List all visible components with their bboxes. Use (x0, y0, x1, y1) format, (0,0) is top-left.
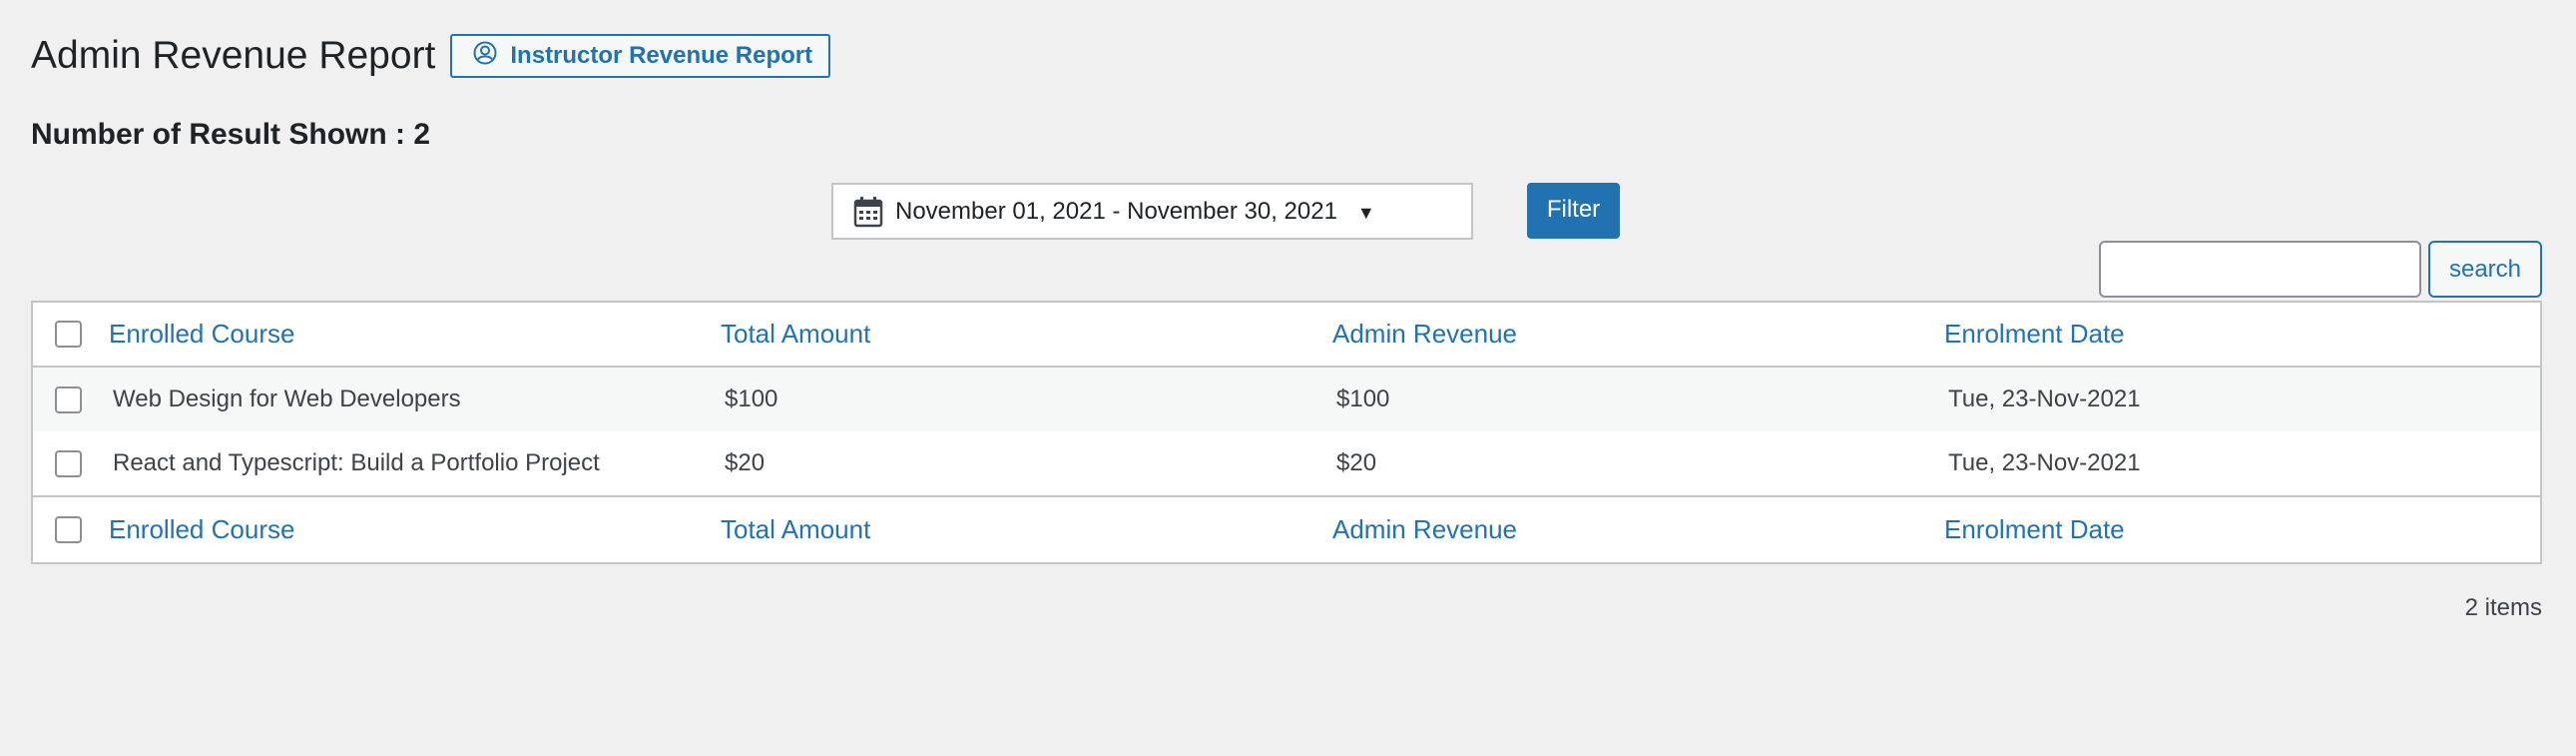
enrolled-course-cell: React and Typescript: Build a Portfolio … (113, 449, 600, 476)
total-amount-cell: $100 (725, 385, 778, 412)
instructor-revenue-report-button[interactable]: Instructor Revenue Report (450, 34, 831, 78)
row-checkbox[interactable] (55, 449, 82, 477)
column-header-enrolment-date[interactable]: Enrolment Date (1944, 319, 2125, 350)
column-header-admin-revenue[interactable]: Admin Revenue (1332, 319, 1517, 350)
page-header: Admin Revenue Report Instructor Revenue … (31, 30, 831, 82)
result-count: Number of Result Shown : 2 (31, 118, 431, 151)
revenue-table: Enrolled Course Total Amount Admin Reven… (31, 301, 2542, 564)
column-header-total-amount[interactable]: Total Amount (721, 319, 870, 350)
column-footer-enrolment-date[interactable]: Enrolment Date (1944, 514, 2125, 545)
user-circle-icon (473, 41, 497, 65)
page-title: Admin Revenue Report (31, 34, 436, 77)
column-header-enrolled-course[interactable]: Enrolled Course (109, 319, 294, 350)
row-checkbox[interactable] (55, 385, 82, 413)
enrolment-date-cell: Tue, 23-Nov-2021 (1948, 449, 2141, 476)
search-button[interactable]: search (2428, 241, 2542, 298)
date-range-text: November 01, 2021 - November 30, 2021 (895, 197, 1337, 225)
table-footer-row: Enrolled Course Total Amount Admin Reven… (33, 495, 2540, 562)
column-footer-enrolled-course[interactable]: Enrolled Course (109, 514, 294, 545)
select-all-checkbox-footer[interactable] (55, 516, 82, 543)
admin-revenue-cell: $100 (1336, 385, 1390, 412)
select-all-checkbox[interactable] (55, 321, 82, 348)
items-count: 2 items (2464, 594, 2542, 621)
table-header-row: Enrolled Course Total Amount Admin Reven… (33, 303, 2540, 368)
table-row: React and Typescript: Build a Portfolio … (33, 431, 2540, 495)
admin-revenue-cell: $20 (1336, 449, 1377, 476)
column-footer-total-amount[interactable]: Total Amount (721, 514, 870, 545)
calendar-icon (853, 196, 883, 227)
admin-revenue-report-page: Admin Revenue Report Instructor Revenue … (0, 0, 2576, 756)
enrolment-date-cell: Tue, 23-Nov-2021 (1948, 385, 2141, 412)
caret-down-icon: ▼ (1356, 203, 1375, 223)
column-footer-admin-revenue[interactable]: Admin Revenue (1332, 514, 1517, 545)
table-row: Web Design for Web Developers $100 $100 … (33, 368, 2540, 431)
enrolled-course-cell: Web Design for Web Developers (113, 385, 461, 412)
date-range-picker[interactable]: November 01, 2021 - November 30, 2021 ▼ (831, 183, 1473, 240)
filter-button[interactable]: Filter (1527, 183, 1620, 239)
search-input[interactable] (2099, 241, 2421, 298)
total-amount-cell: $20 (725, 449, 766, 476)
instructor-revenue-report-label: Instructor Revenue Report (510, 42, 813, 69)
